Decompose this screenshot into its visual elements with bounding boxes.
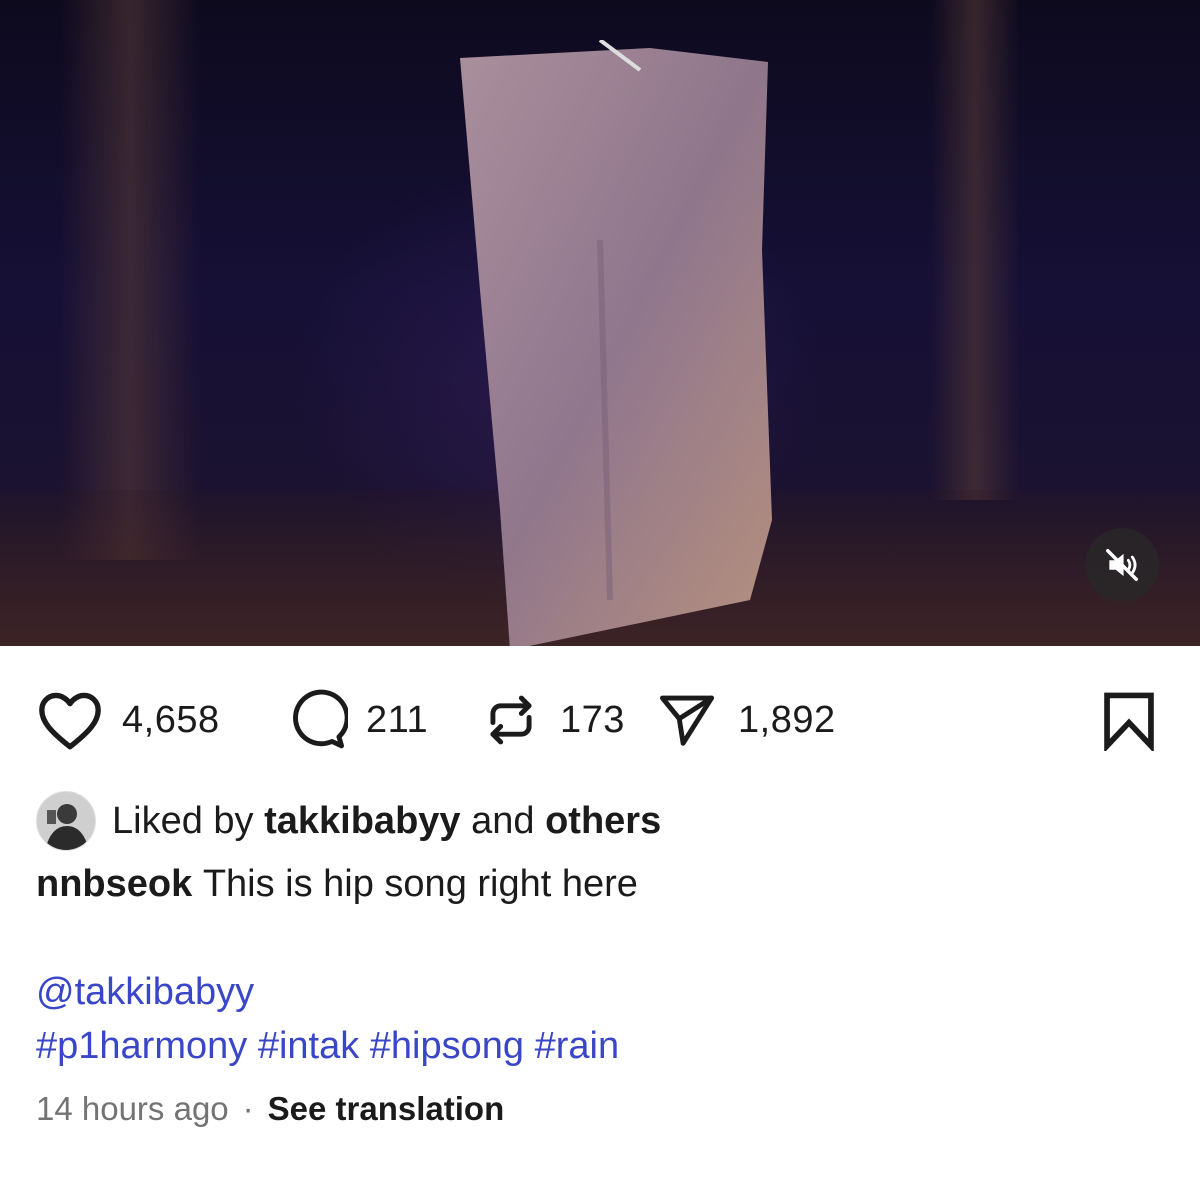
like-button[interactable]: 4,658 xyxy=(36,680,220,760)
comment-button[interactable]: 211 xyxy=(286,680,428,760)
post-action-bar: 4,658 211 173 1,892 xyxy=(0,680,1200,760)
avatar-photo xyxy=(37,792,95,850)
post-video[interactable] xyxy=(0,0,1200,646)
background-curtain xyxy=(60,0,200,560)
hashtag-link[interactable]: #intak xyxy=(258,1025,359,1067)
repost-button[interactable]: 173 xyxy=(480,680,625,760)
post-meta-row: 14 hours ago · See translation xyxy=(36,1084,504,1134)
post-timestamp: 14 hours ago xyxy=(36,1090,229,1127)
avatar[interactable] xyxy=(36,791,96,851)
heart-icon xyxy=(39,692,101,750)
post-caption: nnbseok This is hip song right here xyxy=(36,858,638,910)
meta-separator: · xyxy=(242,1090,254,1127)
liked-by-prefix: Liked by xyxy=(112,799,254,842)
share-button[interactable]: 1,892 xyxy=(654,680,836,760)
see-translation-link[interactable]: See translation xyxy=(268,1090,505,1127)
hashtag-link[interactable]: #rain xyxy=(535,1025,620,1067)
repost-count: 173 xyxy=(560,698,625,741)
mute-toggle-button[interactable] xyxy=(1085,528,1159,602)
hashtag-link[interactable]: #p1harmony xyxy=(36,1025,247,1067)
background-curtain xyxy=(930,0,1020,500)
liked-by-middle: and xyxy=(471,799,535,842)
save-button[interactable] xyxy=(1098,680,1160,760)
mention-link[interactable]: @takkibabyy xyxy=(36,971,254,1013)
hashtag-link[interactable]: #hipsong xyxy=(370,1025,524,1067)
share-count: 1,892 xyxy=(738,698,836,741)
bookmark-icon xyxy=(1104,692,1154,751)
liked-by-row: Liked by takkibabyy and others xyxy=(36,790,661,852)
liked-by-user-link[interactable]: takkibabyy xyxy=(264,800,460,843)
paper-plane-icon xyxy=(660,695,714,746)
repost-arrows-icon xyxy=(490,695,532,745)
like-count: 4,658 xyxy=(122,698,220,741)
caption-mention-row: @takkibabyy xyxy=(36,966,254,1018)
dancer-figure xyxy=(460,40,772,646)
caption-text: This is hip song right here xyxy=(202,863,638,905)
caption-username-link[interactable]: nnbseok xyxy=(36,863,192,905)
liked-by-others-link[interactable]: others xyxy=(545,800,661,843)
comment-count: 211 xyxy=(366,698,429,741)
speaker-muted-icon xyxy=(1106,549,1138,581)
comment-bubble-icon xyxy=(293,689,348,749)
hashtag-row: #p1harmony #intak #hipsong #rain xyxy=(36,1020,619,1072)
